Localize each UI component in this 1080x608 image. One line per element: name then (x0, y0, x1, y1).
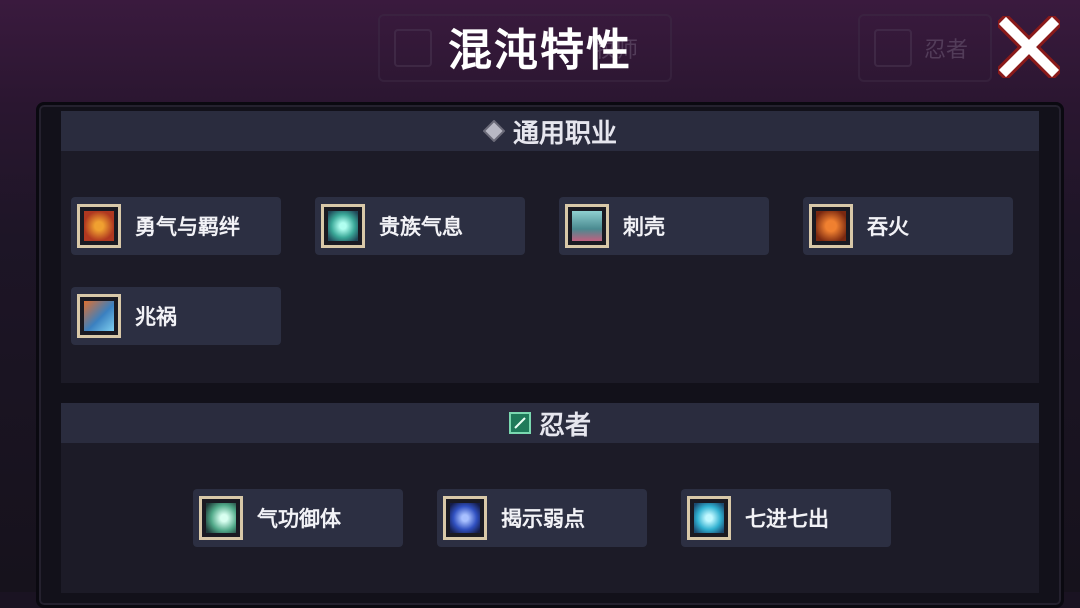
trait-label: 七进七出 (745, 507, 829, 531)
trait-label: 气功御体 (257, 507, 341, 531)
page-title: 混沌特性 (448, 25, 632, 76)
qigong-icon (199, 496, 243, 540)
trait-courage-and-bond[interactable]: 勇气与羁绊 (71, 197, 281, 255)
traits-panel: 通用职业 勇气与羁绊 贵族气息 刺壳 吞火 兆祸 忍者 气功御体 揭示弱点 七进… (36, 102, 1064, 608)
trait-label: 贵族气息 (379, 215, 463, 239)
fire-face-icon (809, 204, 853, 248)
swirl-icon (687, 496, 731, 540)
trait-fire-eater[interactable]: 吞火 (803, 197, 1013, 255)
trait-label: 吞火 (867, 215, 909, 239)
trait-label: 揭示弱点 (501, 507, 585, 531)
reveal-weakness-icon (443, 496, 487, 540)
noble-orb-icon (321, 204, 365, 248)
trait-omen[interactable]: 兆祸 (71, 287, 281, 345)
shield-flame-icon (77, 204, 121, 248)
section-general: 通用职业 勇气与羁绊 贵族气息 刺壳 吞火 兆祸 (61, 111, 1039, 383)
trait-reveal-weakness[interactable]: 揭示弱点 (437, 489, 647, 547)
close-icon[interactable] (998, 16, 1060, 78)
section-header: 忍者 (61, 403, 1039, 443)
spiked-shell-icon (565, 204, 609, 248)
section-title: 通用职业 (512, 118, 617, 149)
trait-label: 勇气与羁绊 (135, 215, 240, 239)
diamond-icon (482, 120, 505, 142)
omen-icon (77, 294, 121, 338)
ninja-blade-icon (508, 412, 531, 434)
trait-label: 兆祸 (135, 305, 177, 329)
trait-seven-in-seven-out[interactable]: 七进七出 (681, 489, 891, 547)
section-ninja: 忍者 气功御体 揭示弱点 七进七出 (61, 403, 1039, 593)
trait-qigong[interactable]: 气功御体 (193, 489, 403, 547)
section-header: 通用职业 (61, 111, 1039, 151)
trait-noble-aura[interactable]: 贵族气息 (315, 197, 525, 255)
section-title: 忍者 (538, 410, 591, 441)
trait-label: 刺壳 (623, 215, 665, 239)
trait-spiked-shell[interactable]: 刺壳 (559, 197, 769, 255)
